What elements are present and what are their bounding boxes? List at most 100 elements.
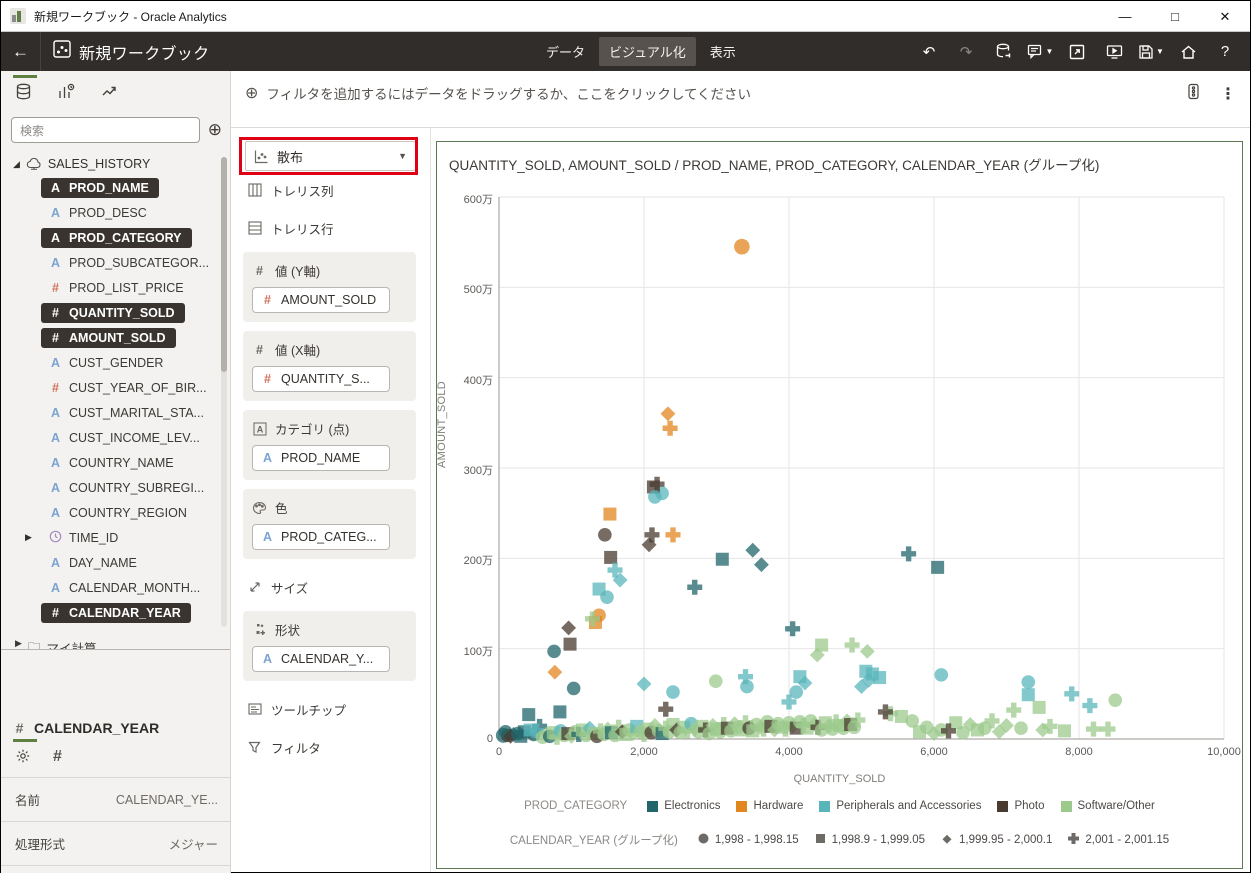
data-point[interactable]: [709, 674, 723, 688]
legend-item-Electronics[interactable]: Electronics: [647, 800, 720, 812]
data-point[interactable]: [604, 551, 617, 564]
undo-icon[interactable]: ↶: [914, 38, 944, 66]
data-point[interactable]: [901, 546, 916, 561]
field-row[interactable]: APROD_SUBCATEGOR...: [1, 250, 230, 275]
grammar-drop-target-トレリス行[interactable]: トレリス行: [245, 209, 416, 247]
data-point[interactable]: [567, 682, 581, 696]
data-point[interactable]: [859, 665, 872, 678]
data-point[interactable]: [600, 590, 614, 604]
data-point[interactable]: [845, 638, 860, 653]
property-row-処理形式[interactable]: 処理形式メジャー: [1, 821, 230, 865]
aggregation-properties-tab[interactable]: #: [53, 748, 62, 769]
visualizations-tab[interactable]: [58, 83, 75, 105]
data-point[interactable]: [971, 723, 984, 736]
data-point[interactable]: [637, 676, 652, 691]
data-point[interactable]: [564, 638, 577, 651]
data-point[interactable]: [666, 527, 681, 542]
field-row[interactable]: ACUST_GENDER: [1, 350, 230, 375]
field-row[interactable]: #QUANTITY_SOLD: [1, 300, 230, 325]
color-legend[interactable]: PROD_CATEGORYElectronicsHardwarePeripher…: [437, 800, 1242, 812]
data-point[interactable]: [860, 644, 875, 659]
field-row[interactable]: ▶TIME_ID: [1, 525, 230, 550]
data-point[interactable]: [785, 621, 800, 636]
field-row[interactable]: #AMOUNT_SOLD: [1, 325, 230, 350]
grammar-drop-target-フィルタ[interactable]: フィルタ: [245, 728, 416, 766]
field-row[interactable]: APROD_CATEGORY: [1, 225, 230, 250]
legend-item-1,998.9 - 1,999.05[interactable]: 1,998.9 - 1,999.05: [815, 833, 925, 847]
tree-scrollbar[interactable]: [221, 157, 227, 627]
data-point[interactable]: [873, 671, 886, 684]
data-point[interactable]: [1064, 686, 1079, 701]
data-point[interactable]: [547, 645, 561, 659]
grammar-drop-target-トレリス列[interactable]: トレリス列: [245, 171, 416, 209]
data-point[interactable]: [522, 708, 535, 721]
grammar-section-色[interactable]: 色APROD_CATEG...: [243, 489, 416, 559]
data-point[interactable]: [553, 705, 566, 718]
present-icon[interactable]: [1099, 38, 1129, 66]
my-calculations-row[interactable]: ▶ 🗀 マイ計算: [1, 638, 230, 650]
grammar-section-カテゴリ (点)[interactable]: Aカテゴリ (点)APROD_NAME: [243, 410, 416, 480]
data-point[interactable]: [1022, 688, 1035, 701]
field-row[interactable]: #CUST_YEAR_OF_BIR...: [1, 375, 230, 400]
canvas-settings-icon[interactable]: [1185, 83, 1202, 105]
field-row[interactable]: APROD_DESC: [1, 200, 230, 225]
minimize-button[interactable]: —: [1100, 1, 1150, 32]
data-point[interactable]: [666, 685, 680, 699]
open-window-icon[interactable]: [1062, 38, 1092, 66]
legend-item-Hardware[interactable]: Hardware: [736, 800, 803, 812]
data-point[interactable]: [754, 557, 769, 572]
add-dataset-icon[interactable]: ⊕: [208, 120, 222, 140]
close-button[interactable]: ✕: [1200, 1, 1250, 32]
redo-icon[interactable]: ↷: [951, 38, 981, 66]
dataset-row[interactable]: ◢ SALES_HISTORY: [1, 153, 230, 175]
grammar-section-値 (X軸)[interactable]: #値 (X軸)#QUANTITY_S...: [243, 331, 416, 401]
data-point[interactable]: [1006, 703, 1021, 718]
field-row[interactable]: ACOUNTRY_NAME: [1, 450, 230, 475]
data-point[interactable]: [547, 665, 562, 680]
save-icon[interactable]: ▼: [1136, 38, 1166, 66]
property-row-データ型[interactable]: データ型数値: [1, 865, 230, 873]
data-point[interactable]: [1058, 724, 1071, 737]
field-row[interactable]: ADAY_NAME: [1, 550, 230, 575]
property-row-名前[interactable]: 名前CALENDAR_YE...: [1, 777, 230, 821]
data-point[interactable]: [687, 580, 702, 595]
legend-item-1,999.95 - 2,000.1[interactable]: 1,999.95 - 2,000.1: [941, 833, 1052, 848]
data-point[interactable]: [716, 553, 729, 566]
header-tab-ビジュアル化[interactable]: ビジュアル化: [599, 37, 696, 66]
shape-legend[interactable]: CALENDAR_YEAR (グループ化)1,998 - 1,998.151,9…: [437, 832, 1242, 848]
expand-caret-icon[interactable]: ◢: [13, 159, 20, 170]
data-point[interactable]: [745, 543, 760, 558]
legend-item-Peripherals and Accessories[interactable]: Peripherals and Accessories: [819, 800, 981, 812]
grammar-drop-target-ツールチップ[interactable]: ツールチップ: [245, 690, 416, 728]
home-icon[interactable]: [1173, 38, 1203, 66]
field-row[interactable]: #PROD_LIST_PRICE: [1, 275, 230, 300]
maximize-button[interactable]: □: [1150, 1, 1200, 32]
data-point[interactable]: [1021, 675, 1035, 689]
legend-item-2,001 - 2,001.15[interactable]: 2,001 - 2,001.15: [1068, 833, 1169, 847]
data-point[interactable]: [913, 725, 926, 738]
data-point[interactable]: [934, 668, 948, 682]
data-point[interactable]: [661, 406, 676, 421]
data-point[interactable]: [598, 528, 612, 542]
data-point[interactable]: [931, 561, 944, 574]
field-row[interactable]: #CALENDAR_YEAR: [1, 600, 230, 625]
scatter-plot-area[interactable]: 0100万200万300万400万500万600万02,0004,0006,00…: [499, 197, 1224, 739]
data-point[interactable]: [1014, 721, 1028, 735]
data-point[interactable]: [1082, 698, 1097, 713]
data-point[interactable]: [734, 239, 750, 255]
annotate-icon[interactable]: ▼: [1025, 38, 1055, 66]
data-point[interactable]: [740, 680, 754, 694]
data-point[interactable]: [663, 421, 678, 436]
help-icon[interactable]: ?: [1210, 38, 1240, 66]
legend-item-1,998 - 1,998.15[interactable]: 1,998 - 1,998.15: [698, 833, 799, 847]
grammar-drop-target-サイズ[interactable]: サイズ: [245, 568, 416, 606]
field-row[interactable]: ACUST_INCOME_LEV...: [1, 425, 230, 450]
legend-item-Photo[interactable]: Photo: [997, 800, 1044, 812]
data-point[interactable]: [1086, 722, 1101, 737]
analytics-tab[interactable]: [101, 83, 118, 105]
data-point[interactable]: [1108, 693, 1122, 707]
grammar-section-値 (Y軸)[interactable]: #値 (Y軸)#AMOUNT_SOLD: [243, 252, 416, 322]
data-point[interactable]: [658, 702, 673, 717]
data-point[interactable]: [648, 490, 662, 504]
grammar-section-形状[interactable]: 形状ACALENDAR_Y...: [243, 611, 416, 681]
